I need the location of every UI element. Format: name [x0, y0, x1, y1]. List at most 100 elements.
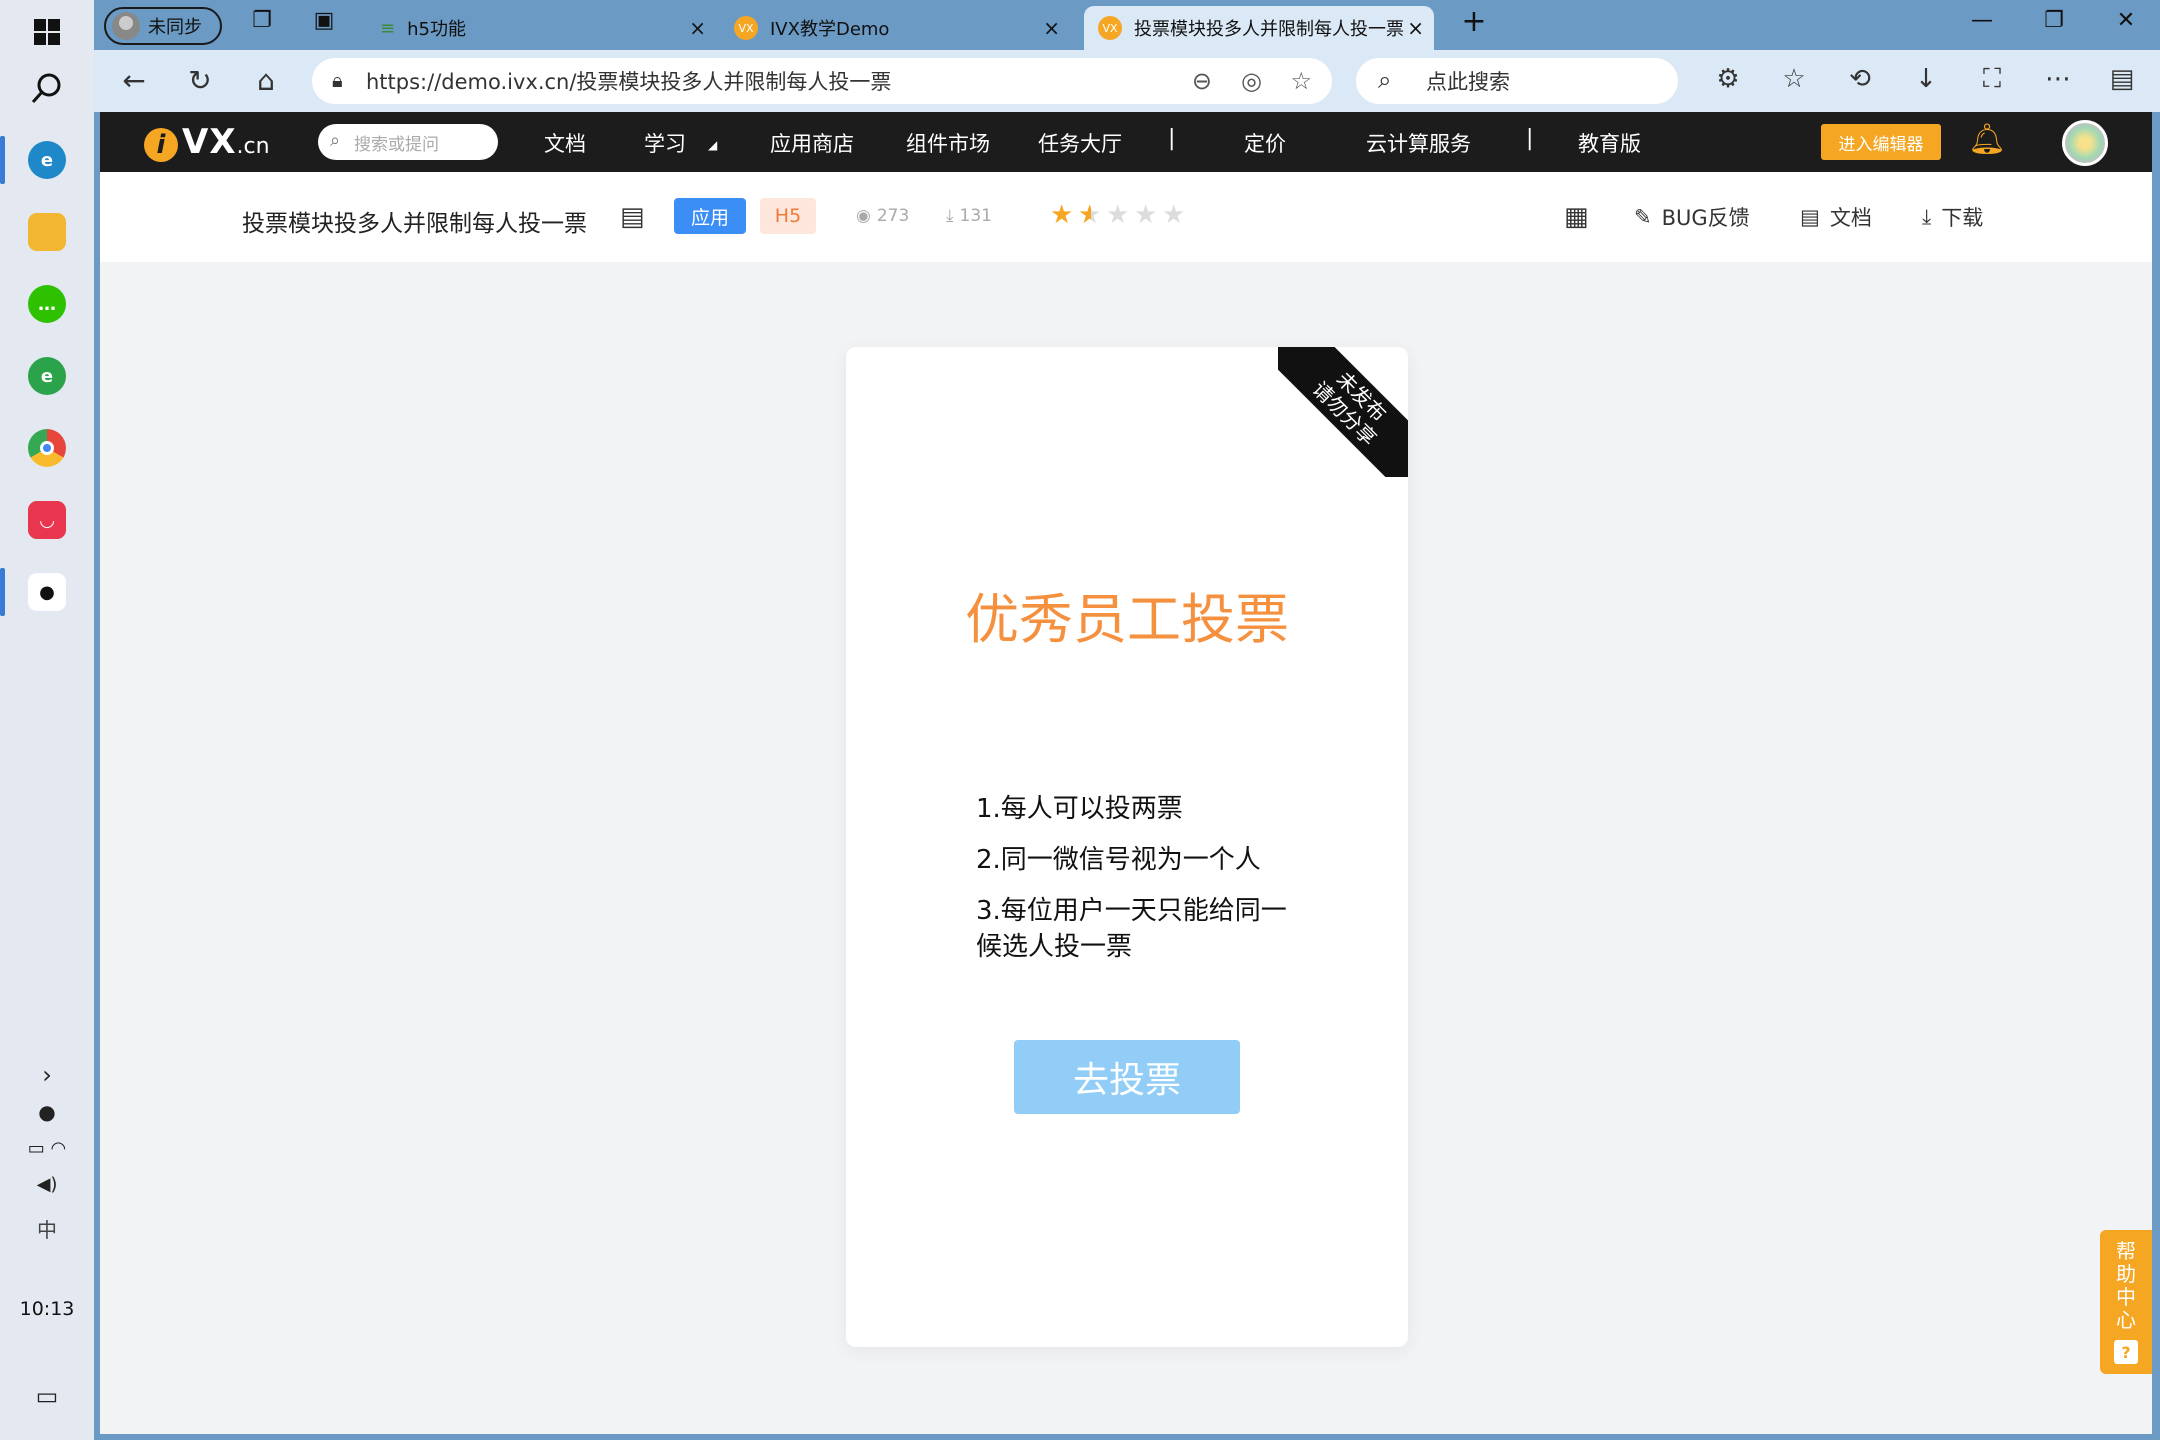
star-icon[interactable]: ★	[1078, 202, 1104, 228]
screenshot-icon[interactable]: ⛶	[1972, 64, 2012, 95]
ribbon-text: 未发布 请勿分享	[1278, 347, 1408, 477]
search-placeholder: 点此搜索	[1426, 70, 1510, 94]
downloads-value: 131	[959, 206, 992, 226]
bug-feedback-button[interactable]: ✎ BUG反馈	[1634, 202, 1750, 232]
qr-code-button[interactable]: ▦	[1564, 202, 1589, 232]
vote-title: 优秀员工投票	[965, 588, 1289, 651]
rating-stars[interactable]: ★ ★ ★ ★ ★	[1050, 202, 1188, 228]
ivx-logo[interactable]: i VX .cn	[144, 122, 270, 162]
close-icon[interactable]: ×	[689, 16, 706, 40]
extensions-icon[interactable]: ⚙	[1708, 64, 1748, 94]
docs-button[interactable]: ▤ 文档	[1800, 202, 1872, 232]
phone-preview-card: 未发布 请勿分享 优秀员工投票 1.每人可以投两票 2.同一微信号视为一个人 3…	[846, 347, 1408, 1347]
close-icon[interactable]: ×	[1407, 16, 1424, 40]
nav-docs[interactable]: 文档	[544, 128, 586, 158]
taskbar-app-red[interactable]: ◡	[0, 488, 94, 552]
bell-icon[interactable]: 🔔︎	[1968, 122, 2006, 157]
docs-label: 文档	[1829, 206, 1872, 230]
qq-icon: ●	[28, 573, 66, 611]
favorites-icon[interactable]: ☆	[1774, 64, 1814, 94]
star-icon[interactable]: ★	[1106, 202, 1132, 228]
help-center-label: 帮助中心	[2116, 1239, 2136, 1332]
go-vote-button[interactable]: 去投票	[1014, 1040, 1240, 1114]
taskbar-edge[interactable]: e	[0, 128, 94, 192]
edge-icon: e	[28, 141, 66, 179]
close-window-icon[interactable]: ✕	[2106, 8, 2146, 33]
star-icon[interactable]: ★	[1162, 202, 1188, 228]
taskbar-file-explorer[interactable]	[0, 200, 94, 264]
tag-h5[interactable]: H5	[760, 198, 816, 234]
star-icon[interactable]: ★	[1134, 202, 1160, 228]
start-button[interactable]	[0, 0, 94, 64]
ivx-favicon-icon: VX	[734, 16, 758, 40]
download-button[interactable]: ⤓ 下载	[1922, 202, 1983, 232]
refresh-icon[interactable]: ↻	[180, 64, 220, 97]
favorite-star-icon[interactable]: ☆	[1290, 67, 1312, 95]
project-info-bar: 投票模块投多人并限制每人投一票 ▤ 应用 H5 ◉ 273 ⤓ 131 ★ ★ ★ ★ ★ …	[100, 172, 2152, 262]
nav-cloud-service[interactable]: 云计算服务	[1366, 128, 1471, 158]
taskbar-wechat[interactable]: …	[0, 272, 94, 336]
collections-icon[interactable]: ❐	[242, 8, 282, 33]
tab-vote-demo[interactable]: VX 投票模块投多人并限制每人投一票 ×	[1084, 6, 1434, 50]
user-avatar[interactable]	[2062, 120, 2108, 166]
star-icon[interactable]: ★	[1050, 202, 1076, 228]
taskbar-chrome[interactable]	[0, 416, 94, 480]
address-bar[interactable]: 🔒︎ https://demo.ivx.cn/投票模块投多人并限制每人投一票 ⊖…	[312, 58, 1332, 104]
tab-actions-icon[interactable]: ▣	[304, 8, 344, 33]
site-navbar: i VX .cn ⌕ 搜索或提问 文档 学习 ◢ 应用商店 组件市场 任务大厅 …	[100, 112, 2152, 172]
taskbar-ie[interactable]: e	[0, 344, 94, 408]
browser-search-input[interactable]: ⌕ 点此搜索	[1356, 58, 1678, 104]
download-count-icon: ⤓	[946, 206, 954, 226]
ime-icon[interactable]: 中	[0, 1196, 94, 1260]
views-value: 273	[876, 206, 910, 226]
zoom-icon[interactable]: ⊖	[1192, 67, 1212, 95]
clock[interactable]: 10:13	[0, 1298, 94, 1320]
nav-education[interactable]: 教育版	[1578, 128, 1641, 158]
nav-component-market[interactable]: 组件市场	[906, 128, 990, 158]
back-icon[interactable]: ←	[114, 64, 154, 97]
read-aloud-icon[interactable]: ◎	[1241, 67, 1262, 95]
minimize-icon[interactable]: —	[1962, 8, 2002, 33]
nav-app-store[interactable]: 应用商店	[770, 128, 854, 158]
rule-item: 3.每位用户一天只能给同一候选人投一票	[976, 896, 1287, 962]
nav-task-hall[interactable]: 任务大厅	[1038, 128, 1122, 158]
tab-ivx-demo[interactable]: VX IVX教学Demo ×	[720, 6, 1070, 50]
new-tab-icon[interactable]: +	[1454, 4, 1494, 39]
tab-h5-features[interactable]: ≡ h5功能 ×	[366, 6, 716, 50]
nav-separator: |	[1526, 126, 1534, 151]
restore-icon[interactable]: ❐	[2034, 8, 2074, 33]
nav-pricing[interactable]: 定价	[1244, 128, 1286, 158]
site-search-placeholder: 搜索或提问	[354, 134, 439, 155]
help-center-button[interactable]: 帮助中心 ?	[2100, 1230, 2152, 1374]
windows-logo-icon	[34, 19, 60, 45]
profile-button[interactable]: 未同步	[104, 7, 222, 45]
site-search-input[interactable]: ⌕ 搜索或提问	[318, 124, 498, 160]
document-icon[interactable]: ▤	[620, 202, 645, 232]
file-explorer-icon	[28, 213, 66, 251]
taskbar-qq[interactable]: ●	[0, 560, 94, 624]
notification-icon[interactable]: ▭	[0, 1364, 94, 1428]
search-button[interactable]	[0, 56, 94, 120]
ie-icon: e	[28, 357, 66, 395]
dropdown-caret-icon[interactable]: ◢	[708, 138, 717, 152]
tag-app[interactable]: 应用	[674, 198, 746, 234]
sidebar-icon[interactable]: ▤	[2102, 64, 2142, 94]
bug-feedback-label: BUG反馈	[1661, 206, 1750, 230]
more-icon[interactable]: ⋯	[2038, 64, 2078, 94]
unpublished-ribbon: 未发布 请勿分享	[1278, 347, 1408, 477]
profile-avatar-icon	[112, 12, 140, 40]
downloads-icon[interactable]: ↓	[1906, 64, 1946, 94]
app-red-icon: ◡	[28, 501, 66, 539]
enter-editor-button[interactable]: 进入编辑器	[1821, 124, 1941, 160]
ivx-favicon-icon: VX	[1098, 16, 1122, 40]
tab-title: h5功能	[407, 19, 466, 40]
home-icon[interactable]: ⌂	[246, 64, 286, 97]
search-icon	[31, 73, 61, 104]
ivx-logo-icon: i	[144, 128, 178, 162]
tab-favicon-icon: ≡	[380, 17, 396, 39]
nav-learn[interactable]: 学习	[644, 128, 686, 158]
history-icon[interactable]: ⟲	[1840, 64, 1880, 94]
close-icon[interactable]: ×	[1043, 16, 1060, 40]
download-count: ⤓ 131	[946, 206, 992, 226]
tab-title: IVX教学Demo	[770, 19, 890, 40]
